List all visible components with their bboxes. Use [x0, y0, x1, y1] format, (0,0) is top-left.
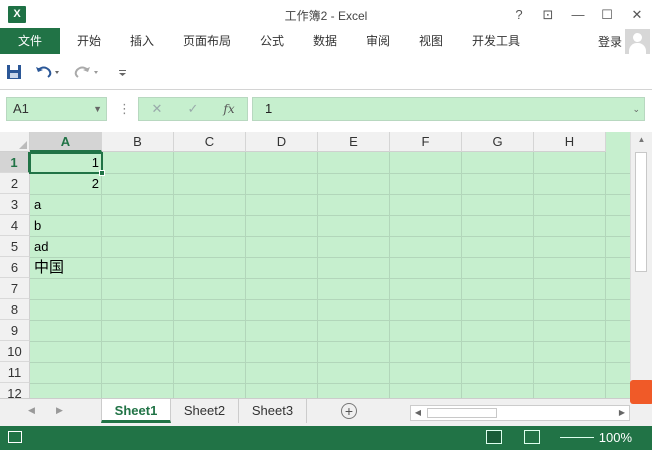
row-header-5[interactable]: 5	[0, 236, 30, 257]
tab-review[interactable]: 审阅	[357, 28, 399, 54]
insert-function-icon[interactable]: fx	[217, 98, 241, 120]
vertical-scrollbar[interactable]: ▲	[630, 132, 652, 398]
column-header-b[interactable]: B	[102, 132, 174, 152]
formula-bar-splitter-icon[interactable]: ⋮	[118, 101, 131, 117]
scroll-sheets-left-icon[interactable]: ◀	[28, 405, 35, 416]
column-header-e[interactable]: E	[318, 132, 390, 152]
sheet-tab-bar: ◀ ▶ Sheet1 Sheet2 Sheet3 + ◀ ▶	[0, 398, 652, 426]
gridline	[30, 383, 630, 384]
scroll-up-icon[interactable]: ▲	[631, 132, 652, 148]
gridline	[30, 215, 630, 216]
row-header-11[interactable]: 11	[0, 362, 30, 383]
name-box[interactable]: A1 ▼	[6, 97, 107, 121]
column-header-f[interactable]: F	[390, 132, 462, 152]
row-header-9[interactable]: 9	[0, 320, 30, 341]
gridline	[30, 362, 630, 363]
row-header-10[interactable]: 10	[0, 341, 30, 362]
formula-input[interactable]: 1 ⌄	[252, 97, 645, 121]
zoom-level[interactable]: 100%	[599, 430, 632, 445]
avatar[interactable]	[625, 29, 650, 54]
column-header-a[interactable]: A	[30, 132, 102, 152]
formula-bar: A1 ▼ ⋮ ✕ ✓ fx 1 ⌄	[0, 91, 652, 127]
tab-insert[interactable]: 插入	[121, 28, 163, 54]
cell-a3[interactable]: a	[31, 194, 102, 215]
tab-home[interactable]: 开始	[68, 28, 110, 54]
ribbon-tabs: 文件 开始 插入 页面布局 公式 数据 审阅 视图 开发工具 登录	[0, 28, 652, 54]
ribbon-display-options-button[interactable]: ⊡	[537, 5, 559, 25]
select-all-button[interactable]	[0, 132, 30, 152]
gridline	[30, 257, 630, 258]
maximize-button[interactable]: ☐	[596, 5, 618, 25]
column-header-d[interactable]: D	[246, 132, 318, 152]
cancel-icon[interactable]: ✕	[145, 98, 169, 120]
row-header-1[interactable]: 1	[0, 152, 30, 173]
expand-formula-bar-icon[interactable]: ⌄	[632, 98, 640, 120]
active-cell-border	[29, 152, 103, 174]
tab-file[interactable]: 文件	[0, 28, 60, 54]
cell-a2[interactable]: 2	[31, 173, 102, 194]
user-body-icon	[629, 43, 646, 54]
new-sheet-button[interactable]: +	[341, 403, 357, 419]
cell-a4[interactable]: b	[31, 215, 102, 236]
tab-data[interactable]: 数据	[304, 28, 346, 54]
sheet-tab-sheet1[interactable]: Sheet1	[101, 399, 171, 423]
title-bar: X 工作簿2 - Excel ? ⊡ — ☐ ✕	[0, 0, 652, 30]
fill-handle[interactable]	[99, 170, 105, 176]
row-header-2[interactable]: 2	[0, 173, 30, 194]
tab-page-layout[interactable]: 页面布局	[176, 28, 238, 54]
column-header-c[interactable]: C	[174, 132, 246, 152]
watermark-logo	[630, 380, 652, 404]
sign-in-link[interactable]: 登录	[598, 33, 622, 50]
chevron-down-icon[interactable]: ▼	[93, 98, 102, 120]
sheet-tab-sheet2[interactable]: Sheet2	[171, 399, 239, 423]
help-button[interactable]: ?	[508, 5, 530, 25]
formula-buttons: ✕ ✓ fx	[138, 97, 248, 121]
row-header-3[interactable]: 3	[0, 194, 30, 215]
status-bar: 100%	[0, 426, 652, 450]
cell-a6[interactable]: 中国	[31, 257, 102, 278]
tab-view[interactable]: 视图	[410, 28, 452, 54]
row-header-12[interactable]: 12	[0, 383, 30, 398]
quick-access-toolbar	[0, 58, 652, 90]
formula-value: 1	[265, 101, 273, 116]
zoom-slider[interactable]	[560, 437, 594, 438]
worksheet-grid[interactable]: A B C D E F G H 1 2 3 4 5 6 7 8 9 10 11 …	[0, 132, 630, 398]
customize-qat-icon[interactable]	[118, 64, 128, 84]
tab-developer[interactable]: 开发工具	[463, 28, 529, 54]
cell-a5[interactable]: ad	[31, 236, 102, 257]
normal-view-icon[interactable]	[486, 430, 502, 444]
row-header-7[interactable]: 7	[0, 278, 30, 299]
row-header-4[interactable]: 4	[0, 215, 30, 236]
gridline	[30, 299, 630, 300]
scroll-sheets-right-icon[interactable]: ▶	[56, 405, 63, 416]
vertical-scroll-thumb[interactable]	[635, 152, 647, 272]
enter-icon[interactable]: ✓	[181, 98, 205, 120]
column-header-g[interactable]: G	[462, 132, 534, 152]
gridline	[30, 236, 630, 237]
macro-recording-icon[interactable]	[8, 431, 22, 443]
page-layout-view-icon[interactable]	[524, 430, 540, 444]
scroll-right-icon[interactable]: ▶	[615, 406, 629, 420]
row-header-6[interactable]: 6	[0, 257, 30, 278]
undo-icon[interactable]	[34, 64, 62, 84]
horizontal-scroll-thumb[interactable]	[427, 408, 497, 418]
scroll-left-icon[interactable]: ◀	[411, 406, 425, 420]
save-icon[interactable]	[6, 64, 22, 84]
gridline	[30, 278, 630, 279]
column-header-h[interactable]: H	[534, 132, 606, 152]
tab-formulas[interactable]: 公式	[251, 28, 293, 54]
horizontal-scrollbar[interactable]: ◀ ▶	[410, 405, 630, 421]
close-button[interactable]: ✕	[626, 5, 648, 25]
gridline	[30, 173, 630, 174]
minimize-button[interactable]: —	[567, 5, 589, 25]
sheet-tab-sheet3[interactable]: Sheet3	[239, 399, 307, 423]
redo-icon[interactable]	[74, 64, 102, 84]
gridline	[30, 320, 630, 321]
row-header-8[interactable]: 8	[0, 299, 30, 320]
gridline	[30, 194, 630, 195]
gridline	[30, 341, 630, 342]
user-head-icon	[633, 33, 642, 42]
name-box-value: A1	[13, 101, 29, 116]
